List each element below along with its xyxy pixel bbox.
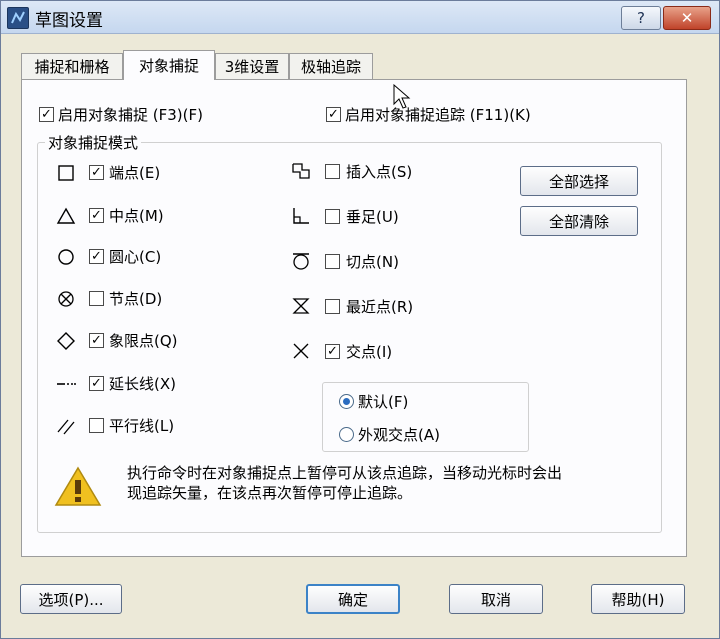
apparent-intersection-label[interactable]: 外观交点(A) [358, 424, 440, 445]
tangent-checkbox[interactable] [325, 254, 340, 269]
midpoint-label[interactable]: 中点(M) [109, 205, 164, 226]
parallel-icon [57, 419, 75, 435]
hint-text-line2: 现追踪矢量，在该点再次暂停可停止追踪。 [127, 484, 413, 502]
nearest-checkbox[interactable] [325, 299, 340, 314]
drafting-settings-dialog: 草图设置 ? ✕ 捕捉和栅格 对象捕捉 3维设置 极轴追踪 ✓ 启用对象捕捉 (… [0, 0, 720, 639]
apparent-intersection-radio[interactable] [339, 427, 354, 442]
quadrant-checkbox[interactable]: ✓ [89, 333, 104, 348]
insertion-checkbox[interactable] [325, 164, 340, 179]
intersection-icon [293, 343, 309, 359]
extension-icon [57, 383, 76, 385]
perpendicular-label[interactable]: 垂足(U) [346, 206, 399, 227]
title-bar[interactable]: 草图设置 ? ✕ [1, 1, 719, 34]
center-icon [58, 249, 74, 265]
tab-polar-tracking[interactable]: 极轴追踪 [289, 53, 373, 79]
enable-osnap-checkbox[interactable]: ✓ [39, 107, 54, 122]
options-button[interactable]: 选项(P)... [20, 584, 122, 614]
window-title: 草图设置 [35, 11, 103, 31]
endpoint-label[interactable]: 端点(E) [109, 162, 160, 183]
parallel-label[interactable]: 平行线(L) [109, 415, 174, 436]
extension-checkbox[interactable]: ✓ [89, 376, 104, 391]
node-icon [58, 291, 74, 307]
nearest-icon [292, 298, 310, 314]
quadrant-label[interactable]: 象限点(Q) [109, 330, 178, 351]
quadrant-icon [57, 332, 75, 350]
mouse-cursor-icon [393, 84, 411, 109]
hint-text-line1: 执行命令时在对象捕捉点上暂停可从该点追踪，当移动光标时会出 [127, 464, 563, 482]
ok-button[interactable]: 确定 [306, 584, 400, 614]
title-help-button[interactable]: ? [621, 6, 661, 30]
insertion-icon [292, 163, 310, 179]
app-icon [7, 7, 29, 29]
enable-tracking-checkbox[interactable]: ✓ [326, 107, 341, 122]
select-all-button[interactable]: 全部选择 [520, 166, 638, 196]
intersection-label[interactable]: 交点(I) [346, 341, 392, 362]
default-radio[interactable] [339, 394, 354, 409]
node-checkbox[interactable] [89, 291, 104, 306]
endpoint-checkbox[interactable]: ✓ [89, 165, 104, 180]
center-checkbox[interactable]: ✓ [89, 249, 104, 264]
tangent-label[interactable]: 切点(N) [346, 251, 399, 272]
midpoint-checkbox[interactable]: ✓ [89, 208, 104, 223]
warning-icon [54, 466, 102, 506]
enable-tracking-label[interactable]: 启用对象捕捉追踪 (F11)(K) [345, 104, 531, 125]
cancel-button[interactable]: 取消 [449, 584, 543, 614]
close-button[interactable]: ✕ [663, 6, 711, 30]
node-label[interactable]: 节点(D) [109, 288, 162, 309]
nearest-label[interactable]: 最近点(R) [346, 296, 413, 317]
intersection-checkbox[interactable]: ✓ [325, 344, 340, 359]
osnap-modes-title: 对象捕捉模式 [45, 132, 142, 153]
extension-label[interactable]: 延长线(X) [109, 373, 176, 394]
tab-3d-settings[interactable]: 3维设置 [215, 53, 289, 79]
enable-osnap-label[interactable]: 启用对象捕捉 (F3)(F) [58, 104, 203, 125]
tab-object-snap[interactable]: 对象捕捉 [123, 50, 215, 80]
endpoint-icon [58, 165, 74, 181]
center-label[interactable]: 圆心(C) [109, 246, 161, 267]
tab-snap-grid[interactable]: 捕捉和栅格 [21, 53, 123, 79]
perpendicular-icon [293, 208, 309, 224]
help-button[interactable]: 帮助(H) [591, 584, 685, 614]
insertion-label[interactable]: 插入点(S) [346, 161, 412, 182]
perpendicular-checkbox[interactable] [325, 209, 340, 224]
tangent-icon [293, 253, 309, 270]
midpoint-icon [56, 207, 76, 224]
clear-all-button[interactable]: 全部清除 [520, 206, 638, 236]
parallel-checkbox[interactable] [89, 418, 104, 433]
default-radio-label[interactable]: 默认(F) [358, 391, 408, 412]
